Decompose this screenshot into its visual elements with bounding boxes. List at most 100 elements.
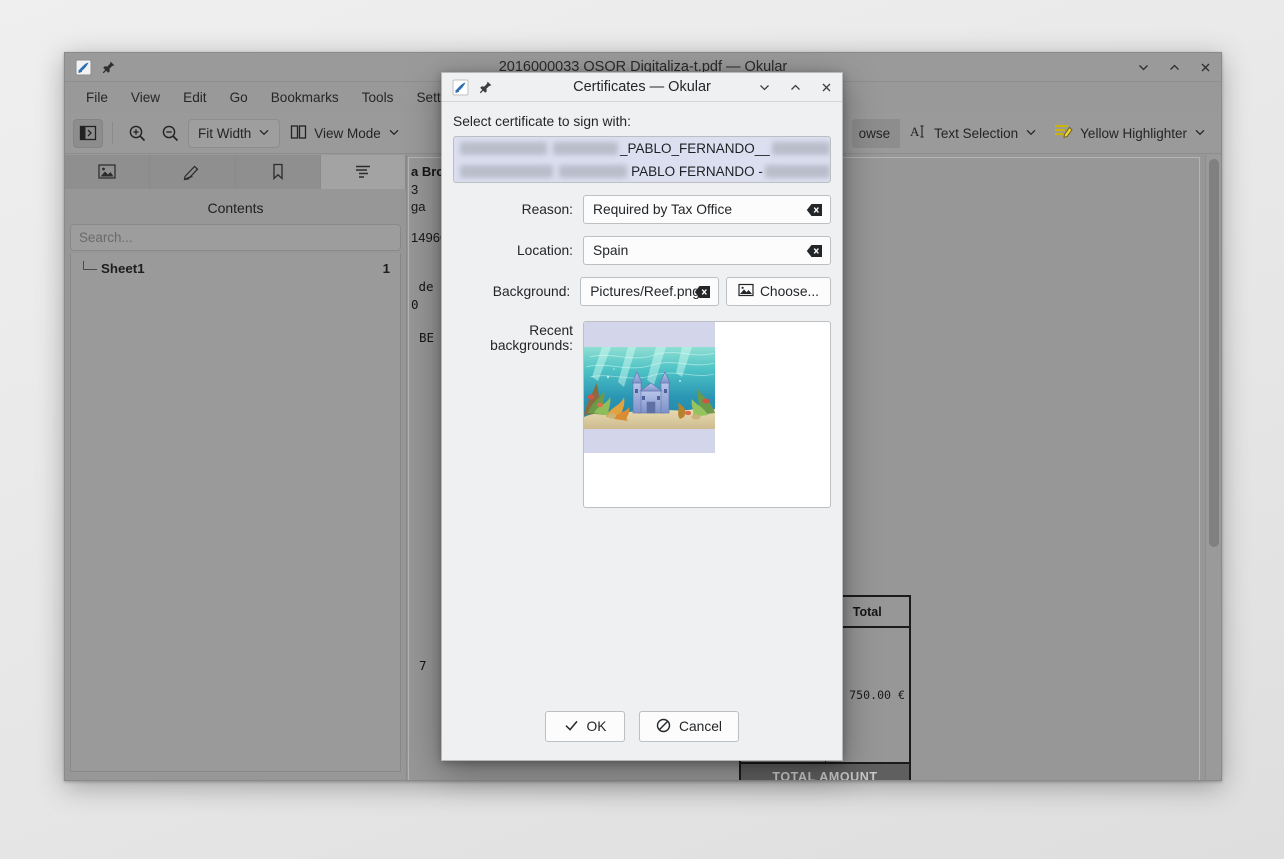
recent-backgrounds-list[interactable] [583, 321, 831, 508]
document-scrollbar[interactable] [1205, 155, 1221, 780]
highlighter-icon [1054, 123, 1073, 143]
zoom-mode-combobox[interactable]: Fit Width [188, 119, 280, 148]
background-value: Pictures/Reef.png [590, 284, 700, 299]
annotation-tool-button[interactable]: Yellow Highlighter [1047, 119, 1213, 148]
clear-text-icon[interactable] [806, 244, 823, 258]
zoom-mode-label: Fit Width [198, 126, 251, 141]
reason-row: Reason: Required by Tax Office [453, 195, 831, 224]
main-window-controls [1134, 53, 1215, 82]
text-selection-icon: A [910, 123, 927, 143]
redacted-text [559, 165, 628, 178]
sidebar: Contents Search... Sheet1 1 [65, 155, 406, 780]
show-sidebar-icon[interactable] [73, 119, 103, 148]
menu-view[interactable]: View [120, 86, 171, 109]
ok-label: OK [587, 719, 607, 734]
reef-background-thumbnail[interactable] [584, 322, 715, 453]
close-icon[interactable] [1196, 58, 1215, 77]
browse-tool-label: owse [859, 126, 891, 141]
certificate-list-item[interactable]: PABLO FERNANDO - [454, 160, 830, 183]
view-mode-button[interactable]: View Mode [283, 119, 407, 148]
choose-background-label: Choose... [760, 284, 819, 299]
text-selection-button[interactable]: A Text Selection [903, 119, 1044, 148]
certificate-item-label: _PABLO_FERNANDO__ [620, 141, 770, 156]
tree-branch-icon [83, 261, 97, 270]
annotation-tool-label: Yellow Highlighter [1080, 126, 1187, 141]
checkmark-icon [564, 718, 579, 736]
contents-panel-title: Contents [70, 195, 401, 224]
redacted-text [460, 165, 553, 178]
maximize-icon[interactable] [786, 78, 805, 97]
contents-search-placeholder: Search... [79, 230, 133, 245]
doc-line-footer: 7 [419, 658, 427, 673]
sidebar-tab-thumbnails[interactable] [65, 155, 150, 189]
choose-background-button[interactable]: Choose... [726, 277, 831, 306]
chevron-down-icon [258, 126, 270, 141]
recent-backgrounds-row: Recent backgrounds: [453, 321, 831, 508]
recent-backgrounds-label: Recent backgrounds: [453, 321, 583, 508]
browse-tool-button[interactable]: owse [852, 119, 901, 148]
toolbar-separator [112, 122, 113, 144]
zoom-in-icon[interactable] [122, 119, 152, 148]
menu-go[interactable]: Go [219, 86, 259, 109]
sidebar-tab-bookmarks[interactable] [236, 155, 321, 189]
toc-item-label: Sheet1 [101, 261, 145, 276]
dialog-content: Select certificate to sign with: _PABLO_… [442, 102, 842, 711]
doc-line-address-1: 3 [411, 182, 418, 197]
cancel-icon [656, 718, 671, 736]
toc-item-page: 1 [383, 261, 390, 276]
menu-tools[interactable]: Tools [351, 86, 405, 109]
certificates-dialog: Certificates — Okular Select certificate… [441, 72, 843, 761]
reason-value: Required by Tax Office [593, 202, 732, 217]
view-mode-icon [290, 124, 307, 143]
certificate-prompt: Select certificate to sign with: [453, 114, 831, 129]
view-mode-label: View Mode [314, 126, 381, 141]
redacted-text [772, 142, 830, 155]
dialog-button-row: OK Cancel [442, 711, 842, 760]
minimize-icon[interactable] [1134, 58, 1153, 77]
clear-text-icon[interactable] [806, 203, 823, 217]
reason-label: Reason: [453, 202, 583, 217]
menu-file[interactable]: File [75, 86, 119, 109]
redacted-text [553, 142, 618, 155]
doc-line-address-2: ga [411, 199, 425, 214]
location-row: Location: Spain [453, 236, 831, 265]
cancel-label: Cancel [679, 719, 722, 734]
menu-bookmarks[interactable]: Bookmarks [260, 86, 350, 109]
clear-text-icon[interactable] [694, 285, 711, 299]
zoom-out-icon[interactable] [155, 119, 185, 148]
image-picker-icon [738, 283, 754, 300]
svg-text:A: A [910, 124, 920, 139]
certificate-list[interactable]: _PABLO_FERNANDO__ PABLO FERNANDO - [453, 136, 831, 183]
contents-search-input[interactable]: Search... [70, 224, 401, 251]
maximize-icon[interactable] [1165, 58, 1184, 77]
redacted-text [460, 142, 547, 155]
close-icon[interactable] [817, 78, 836, 97]
ok-button[interactable]: OK [545, 711, 625, 742]
minimize-icon[interactable] [755, 78, 774, 97]
menu-edit[interactable]: Edit [172, 86, 217, 109]
background-row: Background: Pictures/Reef.png [453, 277, 831, 306]
background-input[interactable]: Pictures/Reef.png [580, 277, 719, 306]
text-selection-label: Text Selection [934, 126, 1018, 141]
sidebar-tab-contents[interactable] [321, 155, 406, 189]
cancel-button[interactable]: Cancel [639, 711, 739, 742]
chevron-down-icon [1025, 126, 1037, 141]
toc-item-sheet1[interactable]: Sheet1 1 [71, 257, 400, 279]
doc-line-postcode: 0 [411, 297, 419, 312]
sidebar-tab-strip [65, 155, 406, 189]
location-label: Location: [453, 243, 583, 258]
background-label: Background: [453, 284, 580, 299]
location-input[interactable]: Spain [583, 236, 831, 265]
sidebar-tab-annotations[interactable] [150, 155, 235, 189]
redacted-text [765, 165, 830, 178]
contents-tree[interactable]: Sheet1 1 [70, 253, 401, 772]
chevron-down-icon [1194, 126, 1206, 141]
document-scrollbar-thumb[interactable] [1209, 159, 1219, 547]
dialog-window-controls [755, 73, 836, 102]
certificate-item-label: PABLO FERNANDO - [631, 164, 763, 179]
reason-input[interactable]: Required by Tax Office [583, 195, 831, 224]
dialog-titlebar[interactable]: Certificates — Okular [442, 73, 842, 102]
doc-line-iban-prefix: BE [419, 330, 434, 345]
certificate-list-item[interactable]: _PABLO_FERNANDO__ [454, 137, 830, 160]
location-value: Spain [593, 243, 628, 258]
